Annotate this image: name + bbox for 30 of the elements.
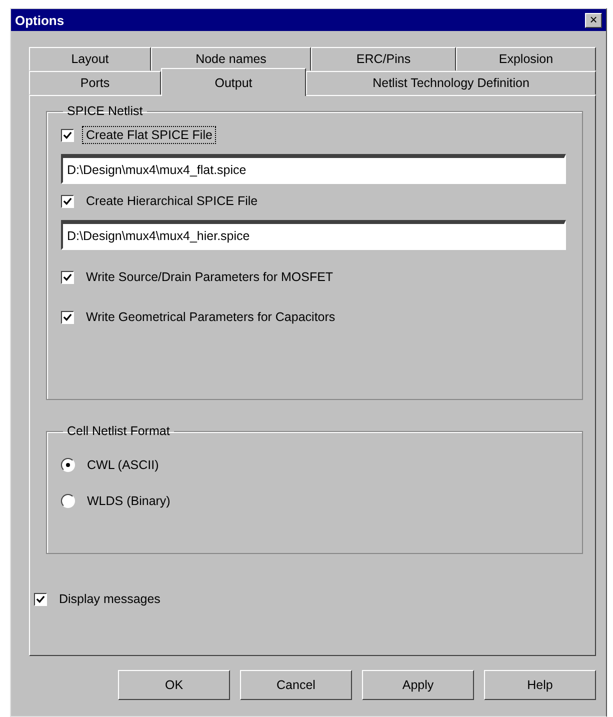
checkbox[interactable] <box>61 128 74 142</box>
radio-button[interactable] <box>61 494 75 508</box>
dialog-button[interactable]: Apply <box>362 670 474 700</box>
checkbox-label[interactable]: Write Source/Drain Parameters for MOSFET <box>82 268 338 286</box>
checkbox[interactable] <box>34 592 47 606</box>
tab[interactable]: ERC/Pins <box>311 47 456 71</box>
radio-button[interactable] <box>61 458 75 472</box>
input-field[interactable]: D:\Design\mux4\mux4_flat.spice <box>61 154 566 184</box>
input-field[interactable]: D:\Design\mux4\mux4_hier.spice <box>61 220 566 250</box>
window-title: Options <box>15 12 64 28</box>
radio-label[interactable]: WLDS (Binary) <box>83 492 174 510</box>
checkbox-label[interactable]: Create Flat SPICE File <box>82 126 216 144</box>
group-title: SPICE Netlist <box>66 104 144 118</box>
checkbox[interactable] <box>61 310 74 324</box>
checkbox[interactable] <box>61 194 74 208</box>
group-title: Cell Netlist Format <box>66 424 171 438</box>
tab[interactable]: Explosion <box>456 47 596 71</box>
checkbox-label[interactable]: Create Hierarchical SPICE File <box>82 192 262 210</box>
tab[interactable]: Netlist Technology Definition <box>306 71 596 95</box>
radio-label[interactable]: CWL (ASCII) <box>83 456 163 474</box>
tab[interactable]: Output <box>161 68 306 96</box>
tab[interactable]: Ports <box>29 71 161 95</box>
tab[interactable]: Layout <box>29 47 151 71</box>
checkbox-label[interactable]: Write Geometrical Parameters for Capacitors <box>82 308 340 326</box>
checkbox[interactable] <box>61 270 74 284</box>
checkbox-label[interactable]: Display messages <box>55 590 164 608</box>
close-button[interactable]: × <box>585 12 602 28</box>
dialog-button[interactable]: Cancel <box>240 670 352 700</box>
dialog-button[interactable]: Help <box>484 670 596 700</box>
dialog-button[interactable]: OK <box>118 670 230 700</box>
